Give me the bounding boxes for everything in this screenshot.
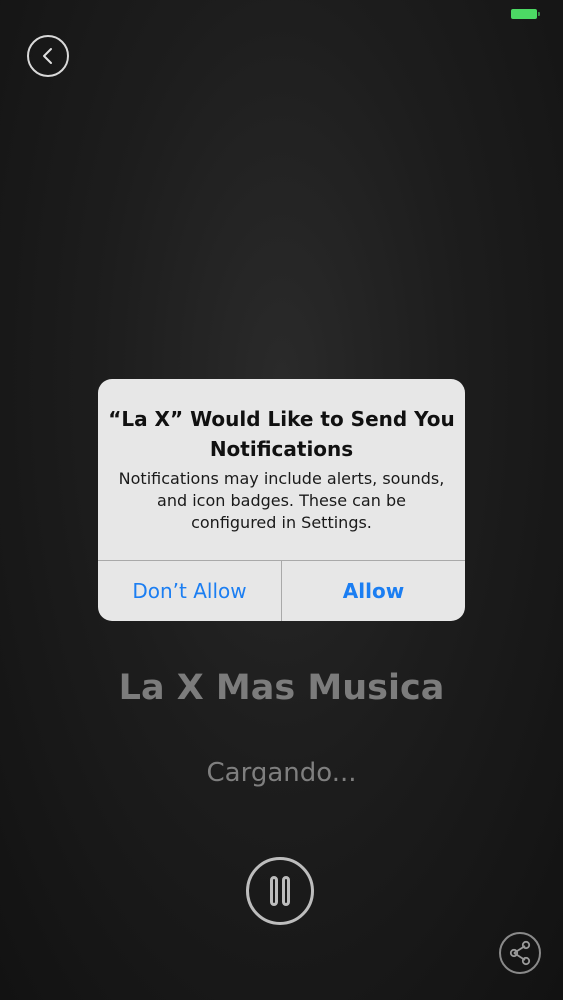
pause-icon [270,876,278,906]
dont-allow-button[interactable]: Don’t Allow [98,561,281,621]
allow-button[interactable]: Allow [282,561,465,621]
status-bar [0,0,563,26]
share-icon [509,940,531,966]
pause-button[interactable] [246,857,314,925]
battery-icon [511,9,537,19]
station-title: La X Mas Musica [118,668,445,708]
chevron-left-icon [43,48,52,64]
notification-permission-alert: “La X” Would Like to Send You Notificati… [98,379,465,621]
back-button[interactable] [27,35,69,77]
alert-title: “La X” Would Like to Send You Notificati… [108,407,455,461]
loading-status: Cargando... [206,758,357,788]
alert-message: Notifications may include alerts, sounds… [118,469,445,532]
share-button[interactable] [499,932,541,974]
app-screen: La X Mas Musica Cargando... “La X” Would… [0,0,563,1000]
pause-icon-bar [282,876,290,906]
battery-tip [538,12,540,16]
